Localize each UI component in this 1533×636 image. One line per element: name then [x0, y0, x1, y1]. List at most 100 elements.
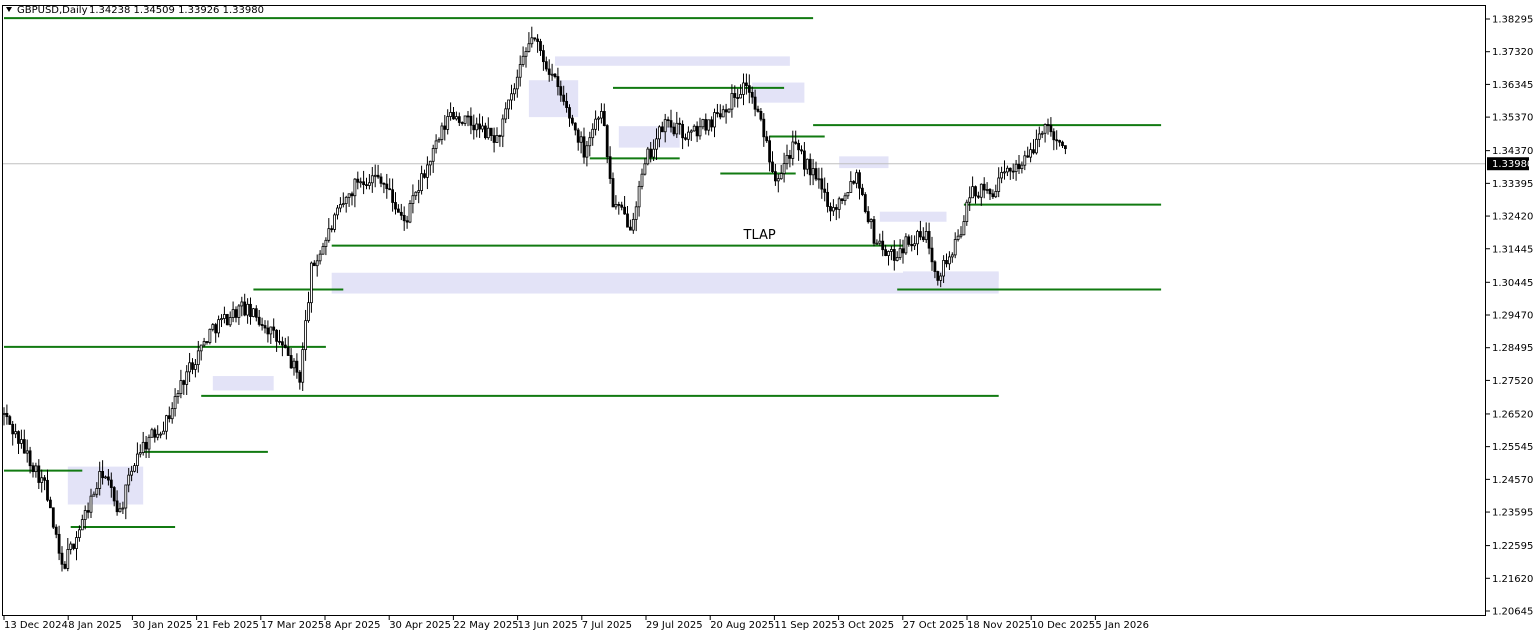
candle-body	[280, 341, 284, 346]
candle-body	[576, 129, 580, 143]
candle-body	[521, 55, 525, 65]
candle	[289, 348, 293, 369]
candle	[846, 192, 850, 200]
candle	[86, 502, 90, 519]
candle-body	[713, 112, 716, 128]
price-chart[interactable]: TLAP GBPUSD,Daily 1.34238 1.34509 1.3392…	[0, 0, 1533, 636]
candle	[54, 524, 58, 539]
candle-body	[469, 115, 473, 126]
candle-body	[388, 188, 392, 191]
candle-body	[510, 93, 513, 101]
candle	[350, 191, 354, 206]
candle-body	[80, 519, 84, 531]
candle-body	[376, 174, 380, 178]
candle-body	[1014, 163, 1018, 172]
candle	[475, 117, 479, 138]
candle	[507, 99, 511, 119]
candle-body	[974, 186, 977, 197]
candle-body	[1046, 124, 1050, 126]
candle-body	[811, 168, 815, 176]
candle-body	[83, 510, 87, 520]
candle	[51, 507, 55, 529]
candle	[660, 121, 664, 133]
candle	[367, 174, 371, 190]
candle	[640, 168, 644, 190]
candle-body	[498, 135, 502, 137]
candle-body	[170, 408, 174, 420]
zones-layer	[67, 56, 999, 505]
candle-body	[950, 254, 954, 258]
candle-body	[370, 175, 374, 184]
candle	[689, 129, 693, 141]
candle	[382, 182, 386, 194]
candle-body	[176, 393, 180, 398]
candle-body	[945, 260, 948, 265]
candle	[75, 531, 78, 561]
candle-body	[182, 380, 186, 385]
candle	[797, 139, 800, 161]
candle-body	[840, 198, 844, 202]
candle	[971, 176, 974, 199]
candle-body	[863, 194, 867, 212]
candle	[298, 369, 302, 390]
candle-body	[797, 142, 800, 151]
candle	[614, 195, 618, 210]
candle-body	[1026, 155, 1030, 158]
candle-body	[37, 465, 41, 483]
candle-body	[423, 173, 426, 178]
candle-body	[356, 178, 360, 183]
candle	[162, 421, 165, 435]
candle	[840, 198, 844, 205]
candle-body	[672, 126, 676, 135]
candle	[1040, 130, 1044, 139]
candle-body	[402, 214, 406, 222]
candle	[423, 169, 426, 179]
candle	[365, 177, 368, 190]
x-tick-label: 18 Nov 2025	[967, 620, 1031, 631]
candle-body	[199, 344, 203, 352]
price-axis[interactable]: 1.38295 1.37320 1.36345 1.35370 1.34370 1.333…	[1486, 15, 1533, 618]
candle-body	[837, 198, 841, 210]
candle	[765, 130, 769, 143]
time-axis[interactable]: 13 Dec 2024 8 Jan 2025 30 Jan 2025 21 Feb 2…	[3, 616, 1149, 631]
candle	[251, 307, 255, 318]
x-tick-label: 7 Jul 2025	[582, 620, 632, 631]
candle-body	[205, 341, 209, 343]
candle	[362, 170, 366, 195]
candle-body	[428, 160, 432, 166]
candle-body	[5, 412, 9, 418]
candle-body	[1000, 172, 1003, 179]
candle-body	[25, 450, 29, 454]
candle-body	[913, 243, 916, 247]
y-tick-label: 1.22595	[1492, 541, 1533, 552]
candle	[43, 475, 46, 491]
candle-body	[721, 109, 725, 118]
candle	[463, 115, 467, 127]
candle-body	[278, 340, 281, 343]
triangle-down-icon[interactable]	[6, 7, 12, 12]
candle-body	[298, 371, 302, 383]
candle	[124, 484, 128, 520]
candle	[324, 237, 328, 256]
candle-body	[701, 119, 705, 128]
candle	[1006, 165, 1009, 177]
candle	[707, 119, 711, 136]
candle-body	[794, 141, 798, 144]
candle-body	[573, 122, 577, 131]
candle-body	[135, 453, 139, 467]
candle-body	[89, 495, 93, 513]
candle	[466, 110, 470, 127]
candle-body	[19, 439, 23, 444]
candle	[1014, 159, 1018, 181]
candle	[820, 167, 824, 199]
candle	[347, 193, 351, 207]
supply-demand-zone	[555, 56, 790, 66]
candle	[217, 315, 221, 338]
candle	[530, 26, 534, 48]
candle-body	[924, 231, 928, 241]
candle-body	[69, 543, 73, 550]
candle-body	[240, 301, 244, 307]
candle	[133, 463, 136, 473]
candle-body	[222, 314, 226, 319]
candle-body	[536, 38, 539, 42]
